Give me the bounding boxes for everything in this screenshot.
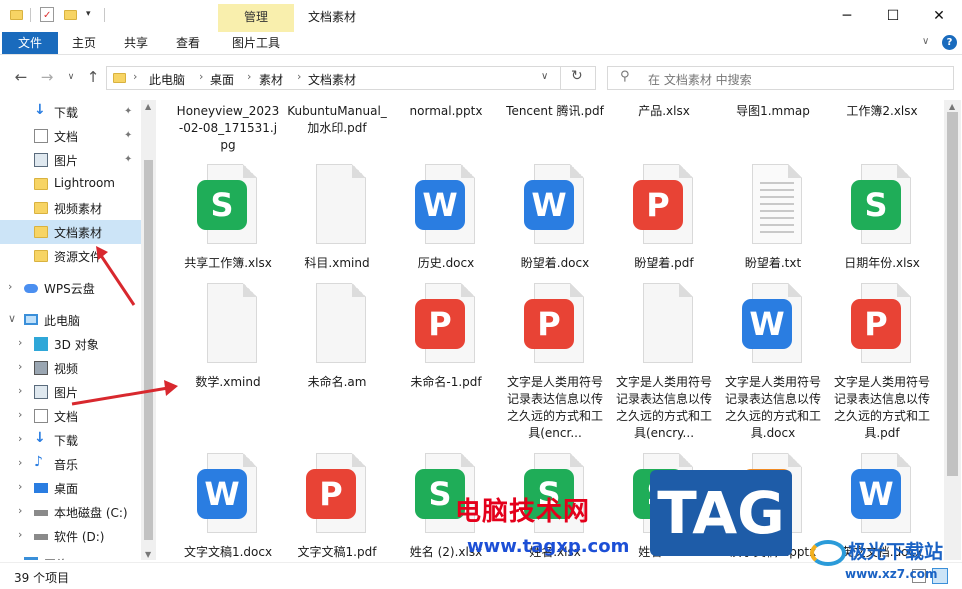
watermark-url: www.tagxp.com bbox=[467, 536, 630, 557]
aurora-logo-icon bbox=[810, 540, 846, 566]
watermark-site-name: 极光下载站 bbox=[848, 541, 944, 563]
tag-logo-text: TAG bbox=[657, 479, 785, 547]
watermark-text: 电脑技术网 bbox=[455, 497, 591, 527]
watermark-site-url: www.xz7.com bbox=[845, 567, 938, 581]
